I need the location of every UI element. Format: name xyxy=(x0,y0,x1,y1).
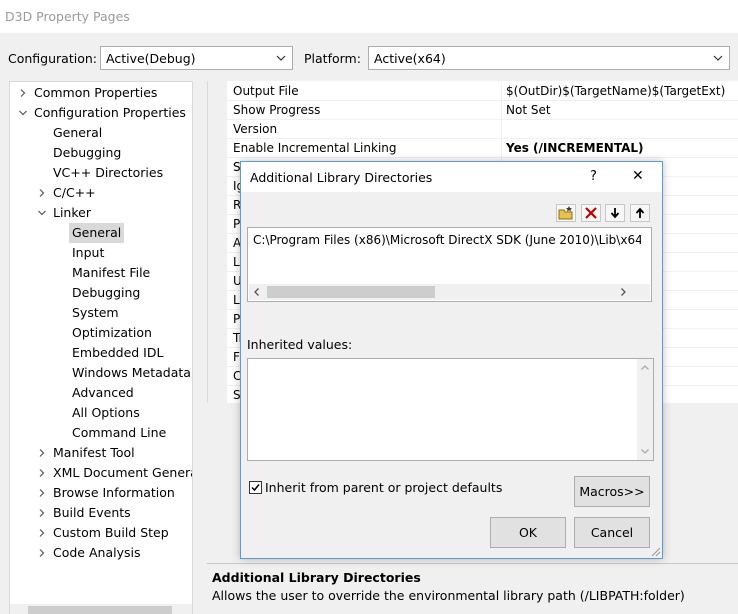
window-title: D3D Property Pages xyxy=(5,9,130,24)
tree-item[interactable]: Browse Information xyxy=(53,483,175,503)
description-title: Additional Library Directories xyxy=(212,570,421,585)
chevron-left-icon[interactable] xyxy=(252,287,262,297)
property-row[interactable]: Version xyxy=(227,120,738,139)
tree-item[interactable]: Embedded IDL xyxy=(72,343,163,363)
move-down-button[interactable] xyxy=(605,204,625,222)
chevron-down-icon xyxy=(713,55,723,61)
delete-icon xyxy=(585,207,597,219)
chevron-right-icon[interactable] xyxy=(618,287,628,297)
tree-item[interactable]: General xyxy=(53,123,102,143)
configuration-value: Active(Debug) xyxy=(106,51,196,66)
property-row[interactable]: Enable Incremental Linking Yes (/INCREMEN… xyxy=(227,139,738,158)
tree-item[interactable]: Optimization xyxy=(72,323,152,343)
chevron-right-icon[interactable] xyxy=(37,468,47,478)
tree-item[interactable]: All Options xyxy=(72,403,140,423)
chevron-down-icon[interactable] xyxy=(18,108,28,118)
chevron-right-icon[interactable] xyxy=(37,448,47,458)
vertical-scrollbar[interactable] xyxy=(637,359,653,460)
property-row[interactable]: Output File $(OutDir)$(TargetName)$(Targe… xyxy=(227,82,738,101)
resize-grip-icon[interactable] xyxy=(650,546,661,557)
delete-button[interactable] xyxy=(581,204,601,222)
new-line-button[interactable] xyxy=(556,204,576,222)
arrow-up-icon xyxy=(635,207,645,218)
chevron-right-icon[interactable] xyxy=(37,548,47,558)
close-button[interactable]: ✕ xyxy=(632,168,644,184)
chevron-right-icon[interactable] xyxy=(37,188,47,198)
directory-entry[interactable]: C:\Program Files (x86)\Microsoft DirectX… xyxy=(253,233,641,247)
tree-item[interactable]: Code Analysis xyxy=(53,543,140,563)
chevron-right-icon[interactable] xyxy=(18,88,28,98)
column-separator xyxy=(501,82,502,101)
description-text: Allows the user to override the environm… xyxy=(212,588,685,603)
description-panel: Additional Library Directories Allows th… xyxy=(207,563,738,614)
platform-value: Active(x64) xyxy=(374,51,446,66)
tree-item[interactable]: Advanced xyxy=(72,383,134,403)
inherited-values-list[interactable] xyxy=(247,358,654,461)
tree-item[interactable]: Configuration Properties xyxy=(34,103,186,123)
column-separator xyxy=(501,101,502,120)
tree-horizontal-scrollbar[interactable] xyxy=(10,604,192,614)
tree-item[interactable]: VC++ Directories xyxy=(53,163,163,183)
configuration-label: Configuration: xyxy=(8,51,97,66)
inherited-values-label: Inherited values: xyxy=(247,337,353,352)
chevron-down-icon[interactable] xyxy=(640,446,650,456)
chevron-right-icon[interactable] xyxy=(37,488,47,498)
checkmark-icon xyxy=(251,484,260,492)
dialog-title: Additional Library Directories xyxy=(250,170,433,185)
configuration-select[interactable]: Active(Debug) xyxy=(100,46,293,70)
arrow-down-icon xyxy=(610,208,620,219)
move-up-button[interactable] xyxy=(630,204,650,222)
tree-item[interactable]: XML Document Generat xyxy=(53,463,192,483)
macros-button[interactable]: Macros>> xyxy=(574,476,650,507)
tree-item[interactable]: Debugging xyxy=(72,283,140,303)
property-name: Show Progress xyxy=(233,103,321,117)
grid-gutter xyxy=(208,81,227,403)
tree-item[interactable]: Custom Build Step xyxy=(53,523,169,543)
dialog-title-bar: Additional Library Directories ? ✕ xyxy=(241,162,662,192)
tree-item[interactable]: Manifest File xyxy=(72,263,150,283)
property-row[interactable]: Show Progress Not Set xyxy=(227,101,738,120)
additional-library-directories-dialog: Additional Library Directories ? ✕ C:\Pr… xyxy=(240,161,663,559)
new-folder-icon xyxy=(558,206,573,220)
property-name: Enable Incremental Linking xyxy=(233,141,397,155)
list-horizontal-scrollbar[interactable] xyxy=(249,284,650,300)
scrollbar-thumb[interactable] xyxy=(28,606,172,614)
column-separator xyxy=(501,139,502,158)
inherit-checkbox-label[interactable]: Inherit from parent or project defaults xyxy=(265,480,502,495)
tree-item[interactable]: Windows Metadata xyxy=(72,363,191,383)
property-value: Not Set xyxy=(506,103,551,117)
platform-select[interactable]: Active(x64) xyxy=(368,46,730,70)
directory-list[interactable]: C:\Program Files (x86)\Microsoft DirectX… xyxy=(247,227,652,302)
property-value: $(OutDir)$(TargetName)$(TargetExt) xyxy=(506,84,726,98)
window-title-bar: D3D Property Pages xyxy=(0,0,738,33)
tree-item[interactable]: Common Properties xyxy=(34,83,157,103)
inherit-checkbox[interactable] xyxy=(249,481,262,494)
ok-button[interactable]: OK xyxy=(490,517,566,548)
tree-item[interactable]: Manifest Tool xyxy=(53,443,135,463)
cancel-button[interactable]: Cancel xyxy=(574,517,650,548)
tree-item[interactable]: Debugging xyxy=(53,143,121,163)
tree-item[interactable]: General xyxy=(69,223,125,243)
tree-item[interactable]: System xyxy=(72,303,119,323)
property-tree[interactable]: Common Properties Configuration Propertie… xyxy=(9,81,193,614)
platform-label: Platform: xyxy=(304,51,361,66)
chevron-right-icon[interactable] xyxy=(37,528,47,538)
property-value: Yes (/INCREMENTAL) xyxy=(506,141,644,155)
tree-item[interactable]: Build Events xyxy=(53,503,131,523)
help-button[interactable]: ? xyxy=(590,169,597,184)
tree-item[interactable]: C/C++ xyxy=(53,183,96,203)
property-name: Version xyxy=(233,122,278,136)
tree-item[interactable]: Command Line xyxy=(72,423,166,443)
chevron-up-icon[interactable] xyxy=(640,363,650,373)
property-name: Output File xyxy=(233,84,299,98)
tree-item[interactable]: Input xyxy=(72,243,104,263)
chevron-down-icon xyxy=(276,55,286,61)
column-separator xyxy=(501,120,502,139)
chevron-down-icon[interactable] xyxy=(37,208,47,218)
tree-item[interactable]: Linker xyxy=(53,203,91,223)
scrollbar-thumb[interactable] xyxy=(267,286,435,298)
chevron-right-icon[interactable] xyxy=(37,508,47,518)
